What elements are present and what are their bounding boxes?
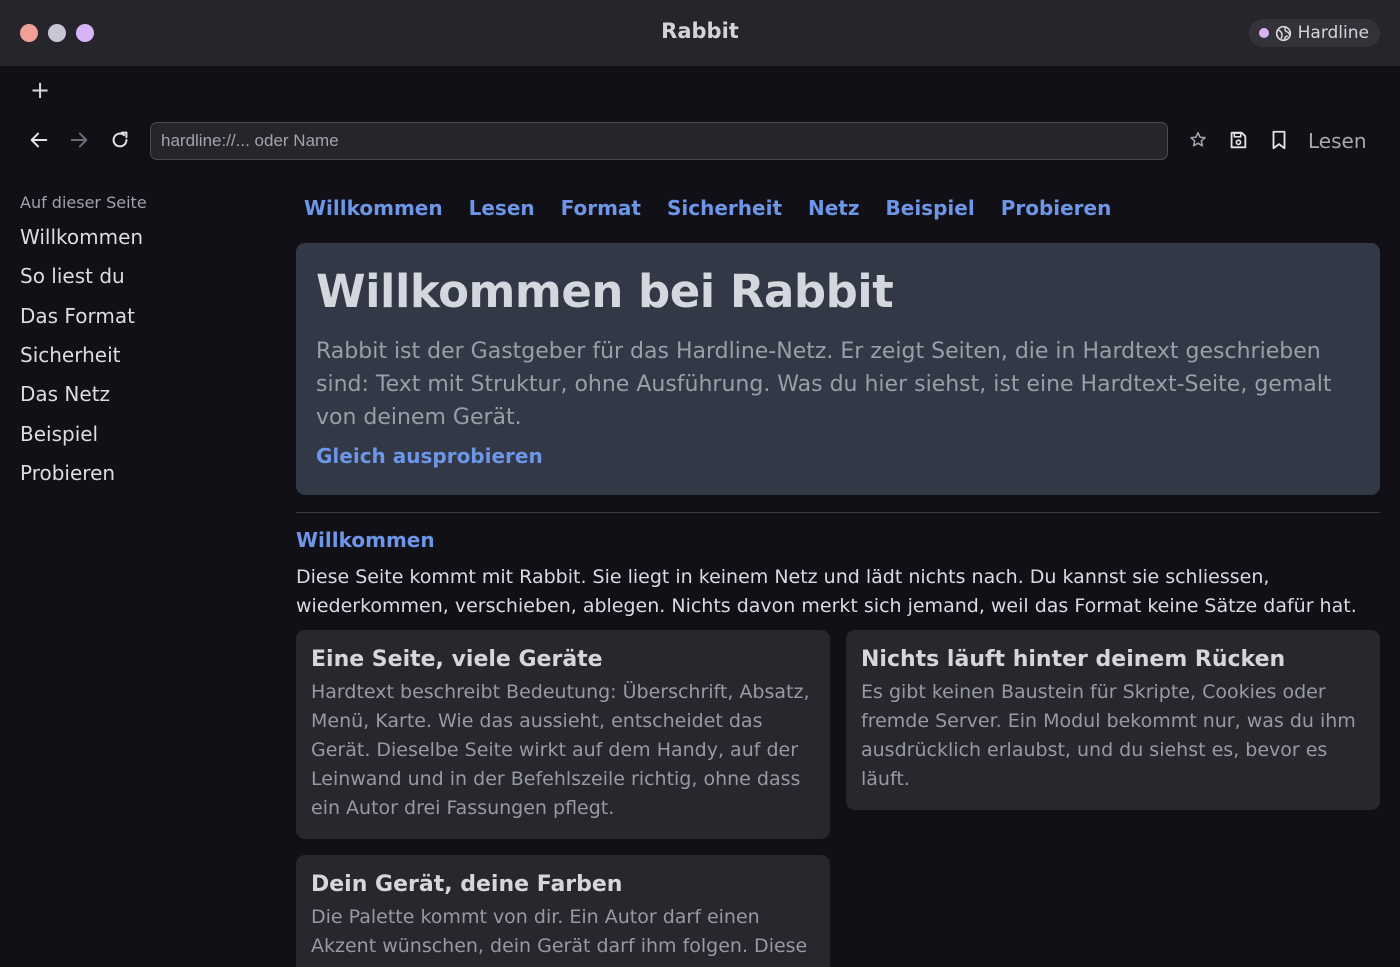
anchor-link-format[interactable]: Format [561, 196, 641, 220]
network-badge-label: Hardline [1297, 23, 1369, 43]
sidebar-item-sicherheit[interactable]: Sicherheit [20, 343, 120, 367]
try-now-link[interactable]: Gleich ausprobieren [316, 444, 543, 468]
anchor-nav: Willkommen Lesen Format Sicherheit Netz … [304, 196, 1111, 220]
page-content: Willkommen Lesen Format Sicherheit Netz … [296, 170, 1380, 967]
tab-strip: + [0, 66, 1400, 114]
section-title: Willkommen [296, 528, 435, 552]
feature-card-text: Es gibt keinen Baustein für Skripte, Coo… [861, 681, 1356, 790]
feature-card-text: Hardtext beschreibt Bedeutung: Überschri… [311, 681, 810, 819]
feature-card: Eine Seite, viele Geräte Hardtext beschr… [296, 630, 830, 839]
bookmark-button[interactable] [1266, 127, 1292, 153]
network-badge[interactable]: Hardline [1248, 19, 1380, 47]
feature-card: Dein Gerät, deine Farben Die Palette kom… [296, 855, 830, 967]
sidebar-item-das-netz[interactable]: Das Netz [20, 382, 110, 406]
anchor-link-lesen[interactable]: Lesen [469, 196, 535, 220]
anchor-link-beispiel[interactable]: Beispiel [886, 196, 975, 220]
new-tab-button[interactable]: + [28, 76, 52, 104]
anchor-link-sicherheit[interactable]: Sicherheit [667, 196, 782, 220]
feature-card-title: Nichts läuft hinter deinem Rücken [861, 647, 1286, 672]
star-button[interactable] [1185, 127, 1211, 153]
hero-card: Willkommen bei Rabbit Rabbit ist der Gas… [296, 243, 1380, 495]
anchor-link-probieren[interactable]: Probieren [1001, 196, 1112, 220]
sidebar-item-so-liest-du[interactable]: So liest du [20, 264, 125, 288]
globe-icon [1275, 25, 1291, 41]
save-icon [1230, 131, 1247, 149]
sidebar-item-das-format[interactable]: Das Format [20, 304, 135, 328]
anchor-link-willkommen[interactable]: Willkommen [304, 196, 443, 220]
save-button[interactable] [1225, 127, 1251, 153]
section-divider [296, 512, 1380, 513]
sidebar-title: Auf dieser Seite [20, 193, 147, 212]
arrow-right-icon [70, 132, 88, 148]
feature-card-text: Die Palette kommt von dir. Ein Autor dar… [311, 906, 808, 957]
forward-button[interactable] [66, 127, 92, 153]
sidebar-item-beispiel[interactable]: Beispiel [20, 422, 98, 446]
network-status-dot [1258, 28, 1269, 38]
arrow-left-icon [30, 132, 48, 148]
page-title: Willkommen bei Rabbit [316, 265, 894, 318]
bookmark-icon [1272, 130, 1286, 150]
sidebar-item-probieren[interactable]: Probieren [20, 461, 115, 485]
section-text: Diese Seite kommt mit Rabbit. Sie liegt … [296, 566, 1357, 617]
reload-button[interactable] [107, 127, 133, 153]
feature-card: Nichts läuft hinter deinem Rücken Es gib… [846, 630, 1380, 810]
address-input[interactable] [150, 122, 1168, 160]
window-title: Rabbit [661, 19, 739, 43]
anchor-link-netz[interactable]: Netz [808, 196, 860, 220]
sidebar: Auf dieser Seite Willkommen So liest du … [0, 170, 280, 967]
reader-mode-button[interactable]: Lesen [1308, 129, 1367, 153]
navigation-bar: Lesen [0, 114, 1400, 170]
reload-icon [112, 131, 128, 148]
hero-text: Rabbit ist der Gastgeber für das Hardlin… [316, 339, 1332, 430]
star-icon [1190, 131, 1206, 147]
title-bar: Rabbit Hardline [0, 0, 1400, 66]
feature-card-title: Eine Seite, viele Geräte [311, 647, 603, 672]
feature-card-title: Dein Gerät, deine Farben [311, 872, 623, 897]
sidebar-item-willkommen[interactable]: Willkommen [20, 225, 143, 249]
back-button[interactable] [26, 127, 52, 153]
